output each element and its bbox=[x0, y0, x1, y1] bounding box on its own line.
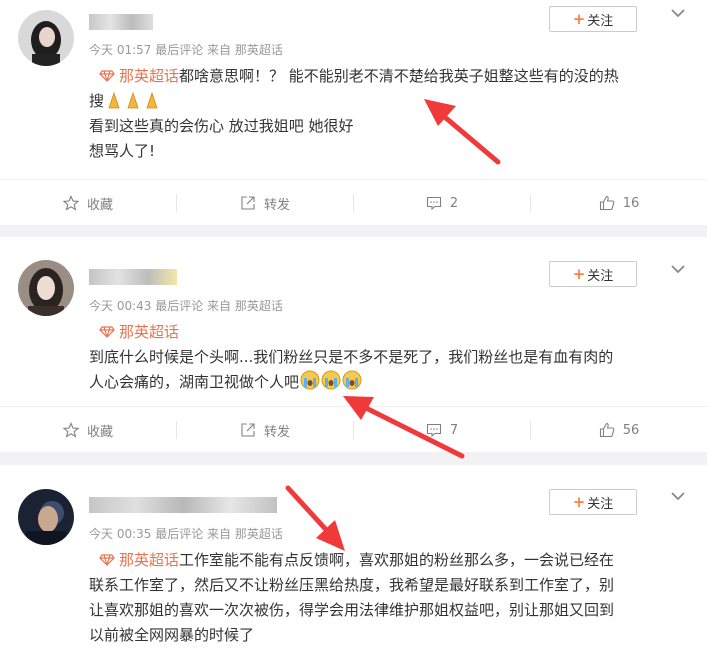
post-content: 那英超话 到底什么时候是个头啊...我们粉丝只是不多不是死了，我们粉丝也是有血有… bbox=[89, 320, 689, 395]
post-text: 到底什么时候是个头啊...我们粉丝只是不多不是死了，我们粉丝也是有血有肉的 bbox=[89, 348, 614, 366]
chevron-down-icon[interactable] bbox=[668, 259, 688, 279]
post-text: 想骂人了! bbox=[89, 142, 156, 160]
post-card-2: 今天 00:43 最后评论 来自 那英超话 + 关注 那英超话 到底什么时候是个头… bbox=[0, 237, 707, 452]
collect-label: 收藏 bbox=[86, 424, 113, 440]
diamond-icon bbox=[99, 326, 115, 338]
follow-label: 关注 bbox=[587, 13, 614, 29]
post-line: 人心会痛的，湖南卫视做个人吧 bbox=[89, 370, 689, 395]
topic-link[interactable]: 那英超话 bbox=[119, 323, 179, 341]
avatar[interactable] bbox=[18, 260, 74, 316]
post-meta: 今天 00:35 最后评论 来自 那英超话 bbox=[89, 525, 283, 542]
post-text: 联系工作室了，然后又不让粉丝压黑给热度，我希望是最好联系到工作室了，别 bbox=[89, 576, 615, 594]
like-count: 56 bbox=[622, 422, 640, 438]
forward-button[interactable]: 转发 bbox=[177, 407, 353, 453]
action-bar: 收藏 转发 2 16 bbox=[0, 179, 707, 226]
post-text: 让喜欢那姐的喜欢一次次被伤，得学会用法律维护那姐权益吧，别让那姐又回到 bbox=[89, 601, 615, 619]
post-text: 都啥意思啊！？ 能不能别老不清不楚给我英子姐整这些有的没的热 bbox=[179, 67, 619, 85]
diamond-icon bbox=[99, 70, 115, 82]
post-source: 最后评论 来自 那英超话 bbox=[155, 527, 283, 541]
action-bar: 收藏 转发 7 56 bbox=[0, 406, 707, 453]
avatar[interactable] bbox=[18, 10, 74, 66]
post-time: 今天 00:43 bbox=[89, 299, 152, 313]
comment-icon bbox=[426, 196, 441, 211]
star-icon bbox=[62, 195, 79, 211]
follow-button[interactable]: + 关注 bbox=[549, 489, 637, 515]
diamond-icon bbox=[99, 554, 115, 566]
post-line: 想骂人了! bbox=[89, 139, 689, 164]
post-line: 到底什么时候是个头啊...我们粉丝只是不多不是死了，我们粉丝也是有血有肉的 bbox=[89, 345, 689, 370]
post-line: 那英超话工作室能不能有点反馈啊，喜欢那姐的粉丝那么多，一会说已经在 bbox=[89, 548, 689, 573]
post-time: 今天 00:35 bbox=[89, 527, 152, 541]
plus-icon: + bbox=[572, 10, 586, 28]
username-blurred[interactable] bbox=[89, 269, 177, 285]
comment-count: 7 bbox=[449, 422, 459, 438]
pray-emoji-icon bbox=[108, 91, 158, 109]
forward-icon bbox=[241, 423, 255, 437]
follow-label: 关注 bbox=[587, 496, 614, 512]
comment-button[interactable]: 7 bbox=[354, 407, 530, 453]
follow-button[interactable]: + 关注 bbox=[549, 6, 637, 32]
follow-label: 关注 bbox=[587, 268, 614, 284]
forward-icon bbox=[241, 196, 255, 210]
post-time: 今天 01:57 bbox=[89, 43, 152, 57]
topic-link[interactable]: 那英超话 bbox=[119, 551, 179, 569]
like-button[interactable]: 16 bbox=[531, 180, 707, 226]
collect-label: 收藏 bbox=[86, 197, 113, 213]
comment-button[interactable]: 2 bbox=[354, 180, 530, 226]
post-meta: 今天 01:57 最后评论 来自 那英超话 bbox=[89, 41, 283, 58]
post-line: 以前被全网网暴的时候了 bbox=[89, 623, 689, 648]
chevron-down-icon[interactable] bbox=[668, 486, 688, 506]
comment-count: 2 bbox=[449, 195, 459, 211]
post-line: 那英超话 bbox=[89, 320, 689, 345]
post-content: 那英超话都啥意思啊！？ 能不能别老不清不楚给我英子姐整这些有的没的热 搜 看到这… bbox=[89, 64, 689, 164]
post-source: 最后评论 来自 那英超话 bbox=[155, 43, 283, 57]
star-icon bbox=[62, 422, 79, 438]
post-text: 工作室能不能有点反馈啊，喜欢那姐的粉丝那么多，一会说已经在 bbox=[179, 551, 615, 569]
post-text: 看到这些真的会伤心 放过我姐吧 她很好 bbox=[89, 117, 354, 135]
topic-link[interactable]: 那英超话 bbox=[119, 67, 179, 85]
like-button[interactable]: 56 bbox=[531, 407, 707, 453]
forward-button[interactable]: 转发 bbox=[177, 180, 353, 226]
like-count: 16 bbox=[622, 195, 640, 211]
post-line: 联系工作室了，然后又不让粉丝压黑给热度，我希望是最好联系到工作室了，别 bbox=[89, 573, 689, 598]
post-source: 最后评论 来自 那英超话 bbox=[155, 299, 283, 313]
crying-emoji-icon bbox=[300, 370, 362, 390]
post-text: 搜 bbox=[89, 92, 105, 110]
post-line: 那英超话都啥意思啊！？ 能不能别老不清不楚给我英子姐整这些有的没的热 bbox=[89, 64, 689, 89]
username-blurred[interactable] bbox=[89, 497, 277, 513]
forward-label: 转发 bbox=[263, 424, 290, 440]
post-card-1: 今天 01:57 最后评论 来自 那英超话 + 关注 那英超话都啥意思啊！？ 能不… bbox=[0, 0, 707, 225]
post-text: 人心会痛的，湖南卫视做个人吧 bbox=[89, 373, 300, 391]
username-blurred[interactable] bbox=[89, 14, 153, 30]
post-line: 搜 bbox=[89, 89, 689, 114]
like-icon bbox=[599, 422, 615, 438]
post-line: 让喜欢那姐的喜欢一次次被伤，得学会用法律维护那姐权益吧，别让那姐又回到 bbox=[89, 598, 689, 623]
post-card-3: 今天 00:35 最后评论 来自 那英超话 + 关注 那英超话工作室能不能有点反馈… bbox=[0, 465, 707, 663]
post-text: 以前被全网网暴的时候了 bbox=[89, 626, 255, 644]
collect-button[interactable]: 收藏 bbox=[0, 180, 176, 226]
avatar[interactable] bbox=[18, 489, 74, 545]
follow-button[interactable]: + 关注 bbox=[549, 261, 637, 287]
collect-button[interactable]: 收藏 bbox=[0, 407, 176, 453]
plus-icon: + bbox=[572, 265, 586, 283]
forward-label: 转发 bbox=[263, 197, 290, 213]
like-icon bbox=[599, 195, 615, 211]
plus-icon: + bbox=[572, 493, 586, 511]
chevron-down-icon[interactable] bbox=[668, 3, 688, 23]
comment-icon bbox=[426, 423, 441, 438]
post-meta: 今天 00:43 最后评论 来自 那英超话 bbox=[89, 297, 283, 314]
post-line: 看到这些真的会伤心 放过我姐吧 她很好 bbox=[89, 114, 689, 139]
post-content: 那英超话工作室能不能有点反馈啊，喜欢那姐的粉丝那么多，一会说已经在 联系工作室了… bbox=[89, 548, 689, 648]
